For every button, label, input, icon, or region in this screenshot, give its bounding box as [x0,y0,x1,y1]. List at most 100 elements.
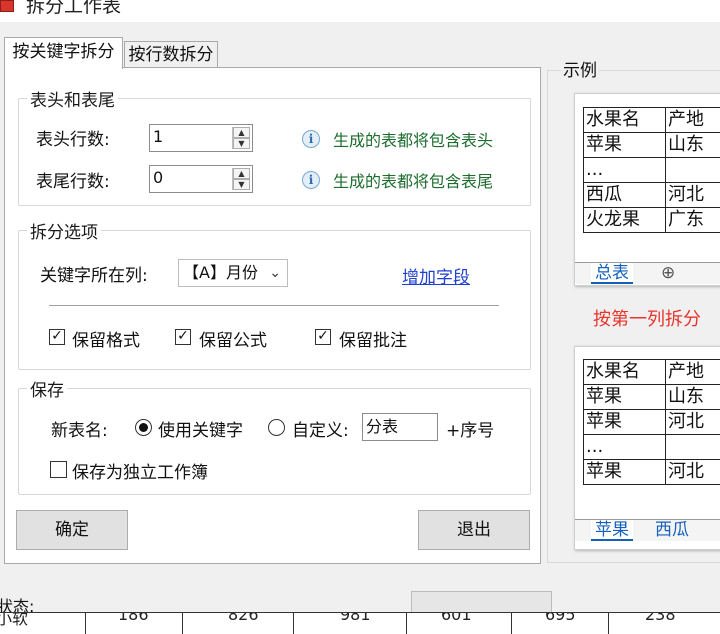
keep-format-label: 保留格式 [72,331,140,351]
app-icon [0,0,14,12]
table-header-cell: 水果名 [583,107,666,133]
example-legend: 示例 [561,56,599,81]
table-row: 火龙果 广东 [583,207,720,233]
table-header-cell: 产地 [665,107,720,133]
footer-rows-hint: 生成的表都将包含表尾 [333,172,494,191]
sheet-tab-bar: 总表 ⊕ [575,262,720,284]
header-rows-stepper[interactable]: 1 ▲ ▼ [149,124,253,152]
table-cell: 河北 [665,182,720,208]
table-row: 水果名 产地 [583,107,720,133]
key-column-dropdown[interactable]: 【A】月份 ⌄ [178,259,288,287]
table-cell: 河北 [665,409,720,435]
sheet-tab-summary: 总表 [591,263,633,284]
save-group: 保存 新表名: 使用关键字 自定义: 分表 +序号 保存为独立工作簿 [18,376,531,495]
table-cell: ... [583,434,666,460]
tab-panel-keyword: 表头和表尾 表头行数: 1 ▲ ▼ i 生成的表都将包含表头 表尾行数: 0 ▲… [4,67,541,564]
keep-comment-checkbox[interactable]: ✓ [315,329,331,345]
tab-split-by-keyword[interactable]: 按关键字拆分 [4,37,123,69]
keep-format-checkbox[interactable]: ✓ [49,329,65,345]
example-source-sheet: 水果名 产地 苹果 山东 ... 西瓜 河北 火龙果 广东 总表 ⊕ [574,93,720,286]
save-as-workbook-checkbox[interactable] [50,461,67,478]
table-header-cell: 水果名 [583,359,666,385]
header-footer-legend: 表头和表尾 [27,86,118,111]
table-cell: 981 [340,612,371,624]
table-row: 水果名 产地 [583,359,720,385]
table-row: ... [583,157,720,183]
new-sheet-name-label: 新表名: [51,421,108,441]
split-options-legend: 拆分选项 [27,218,101,243]
footer-rows-stepper[interactable]: 0 ▲ ▼ [149,165,253,193]
stepper-down-icon[interactable]: ▼ [233,179,250,190]
example-caption: 按第一列拆分 [593,309,701,330]
sheet-tab-apple: 苹果 [591,520,633,541]
keep-comment-label: 保留批注 [339,331,407,351]
table-cell [665,157,720,183]
key-column-label: 关键字所在列: [40,266,148,286]
header-rows-value: 1 [153,127,164,146]
sheet-tab-bar: 苹果 西瓜 [575,519,720,541]
table-row: ... [583,434,720,460]
table-cell: 238 [645,612,676,624]
table-header-cell: 产地 [665,359,720,385]
table-cell: 苹果 [583,384,666,410]
custom-name-input[interactable]: 分表 [362,413,438,441]
new-sheet-icon: ⊕ [661,263,676,283]
sheet-tab-watermelon: 西瓜 [655,520,689,540]
suffix-label: +序号 [446,421,495,441]
table-row: 苹果 河北 [583,409,720,435]
example-source-table: 水果名 产地 苹果 山东 ... 西瓜 河北 火龙果 广东 [583,107,720,233]
key-column-value: 【A】月份 [183,263,258,282]
header-footer-group: 表头和表尾 表头行数: 1 ▲ ▼ i 生成的表都将包含表头 表尾行数: 0 ▲… [18,86,531,206]
stepper-up-icon[interactable]: ▲ [233,127,250,138]
background-sheet-row: 小软 186 826 981 601 695 238 [0,612,720,634]
table-cell: 山东 [665,384,720,410]
table-cell: 826 [228,612,259,624]
custom-name-label: 自定义: [292,421,349,441]
divider [49,305,499,306]
table-cell: 山东 [665,132,720,158]
header-rows-label: 表头行数: [36,130,110,150]
use-keyword-radio[interactable] [135,419,152,436]
tab-split-by-rows[interactable]: 按行数拆分 [124,41,218,68]
table-cell: 广东 [665,207,720,233]
table-cell: 西瓜 [583,182,666,208]
table-cell: 601 [441,612,472,624]
table-cell: 苹果 [583,132,666,158]
table-cell: 苹果 [583,409,666,435]
example-result-sheet: 水果名 产地 苹果 山东 苹果 河北 ... 苹果 河北 苹果 西瓜 [574,346,720,550]
split-options-group: 拆分选项 关键字所在列: 【A】月份 ⌄ 增加字段 ✓ 保留格式 ✓ 保留公式 … [18,218,531,370]
add-field-link[interactable]: 增加字段 [402,263,470,288]
stepper-up-icon[interactable]: ▲ [233,168,250,179]
table-cell: 186 [118,612,149,624]
table-cell: 苹果 [583,459,666,485]
save-legend: 保存 [27,376,67,401]
table-cell: 火龙果 [583,207,666,233]
stepper-down-icon[interactable]: ▼ [233,138,250,149]
save-as-workbook-label: 保存为独立工作簿 [72,463,208,483]
chevron-down-icon: ⌄ [269,265,281,281]
keep-formula-checkbox[interactable]: ✓ [175,329,191,345]
exit-button[interactable]: 退出 [418,510,530,550]
table-cell: 695 [545,612,576,624]
table-cell [665,434,720,460]
use-keyword-label: 使用关键字 [158,421,243,441]
table-row: 西瓜 河北 [583,182,720,208]
info-icon: i [302,130,320,148]
keep-formula-label: 保留公式 [199,331,267,351]
title-bar: 拆分工作表 [0,0,720,22]
info-icon: i [302,171,320,189]
table-row: 苹果 山东 [583,132,720,158]
window-title: 拆分工作表 [26,0,122,17]
ok-button[interactable]: 确定 [16,510,128,550]
footer-rows-label: 表尾行数: [36,172,110,192]
header-rows-hint: 生成的表都将包含表头 [333,131,494,150]
progress-bar [411,591,552,613]
footer-rows-value: 0 [153,168,164,187]
table-cell: ... [583,157,666,183]
table-row: 苹果 山东 [583,384,720,410]
example-result-table: 水果名 产地 苹果 山东 苹果 河北 ... 苹果 河北 [583,359,720,485]
table-cell: 河北 [665,459,720,485]
table-row: 苹果 河北 [583,459,720,485]
custom-name-radio[interactable] [268,419,285,436]
table-cell: 小软 [0,612,29,628]
